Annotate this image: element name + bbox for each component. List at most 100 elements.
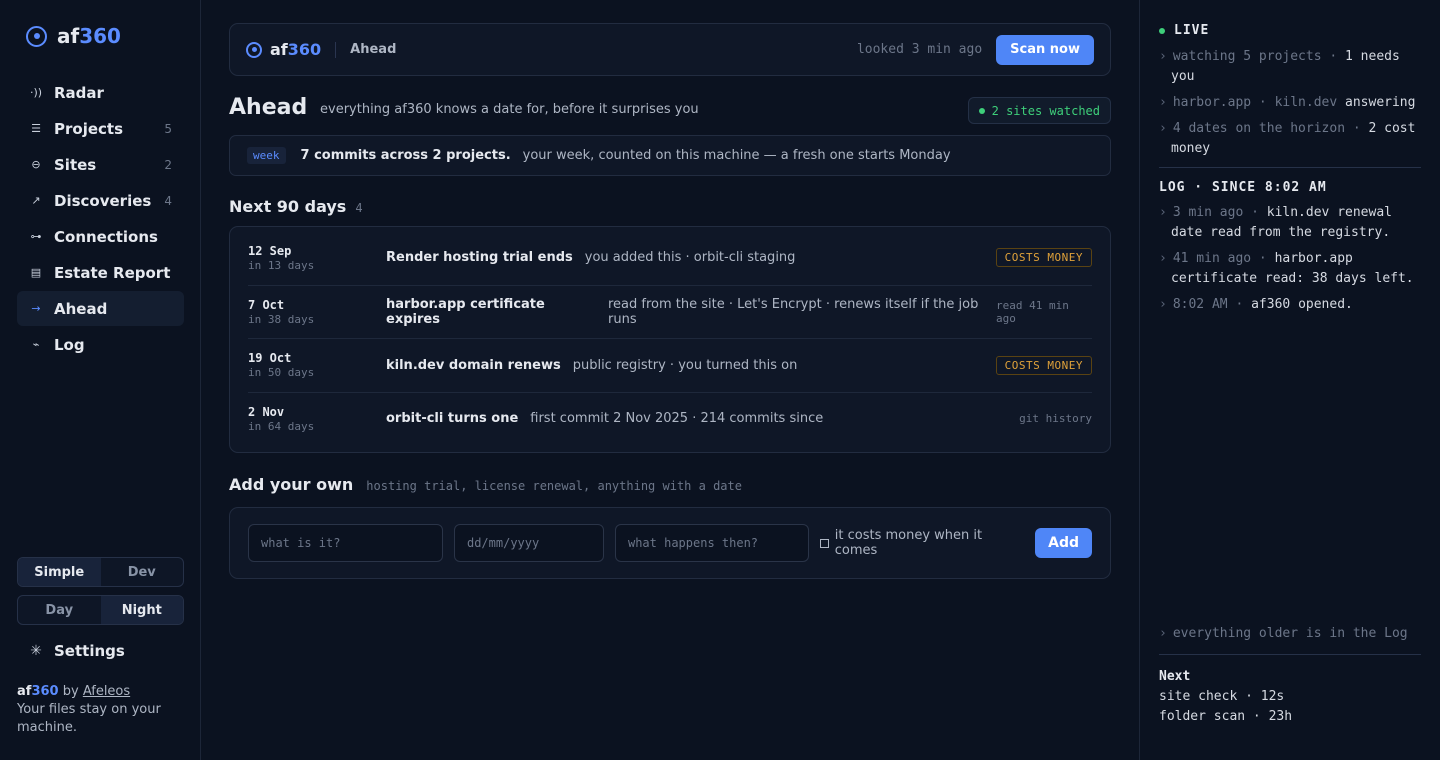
sidebar-item-label: Ahead <box>54 299 108 318</box>
add-title: Add your own <box>229 475 354 494</box>
date-input[interactable] <box>453 524 604 562</box>
theme-night-option[interactable]: Night <box>100 596 183 624</box>
mode-toggle: Simple Dev <box>17 557 184 587</box>
app-logo[interactable]: af360 <box>26 24 121 48</box>
add-subtitle: hosting trial, license renewal, anything… <box>366 479 742 493</box>
row-date: 12 Sep in 13 days <box>248 231 386 285</box>
sidebar-item-label: Radar <box>54 83 104 102</box>
older-log-link[interactable]: › everything older is in the Log <box>1159 624 1421 644</box>
breadcrumb-page: Ahead <box>350 42 397 57</box>
mode-dev-option[interactable]: Dev <box>101 558 184 586</box>
row-date-day: 2 Nov <box>248 404 285 419</box>
row-description: you added this · orbit-cli staging <box>584 250 796 266</box>
row-description: read from the site · Let's Encrypt · ren… <box>608 296 979 327</box>
row-date: 2 Nov in 64 days <box>248 393 386 446</box>
what-input[interactable] <box>248 524 443 562</box>
page-title: Ahead <box>229 95 308 120</box>
sidebar-item-count: 4 <box>164 193 172 208</box>
feed-item: › watching 5 projects · 1 needs you <box>1159 49 1400 84</box>
last-scan-time: looked 3 min ago <box>856 42 983 57</box>
next-item: site check · 12s <box>1159 689 1285 704</box>
upcoming-count: 4 <box>355 201 363 215</box>
sidebar: af360 ·)) Radar ☰ Projects 5 ⊖ Sites 2 ↗ D… <box>0 0 201 760</box>
log-entry: › 41 min ago · harbor.app certificate rea… <box>1159 251 1414 286</box>
sidebar-item-label: Discoveries <box>54 191 152 210</box>
projects-icon: ☰ <box>31 122 41 135</box>
add-form: it costs money when it comes Add <box>229 507 1111 579</box>
settings-link[interactable]: ✳ Settings <box>29 642 125 660</box>
log-entry: › 3 min ago · kiln.dev renewal date read … <box>1159 205 1392 240</box>
live-dot-icon <box>1159 28 1165 34</box>
live-feed: › watching 5 projects · 1 needs you › harbo… <box>1159 47 1421 159</box>
connections-icon: ⊶ <box>30 230 42 243</box>
page-subtitle: everything af360 knows a date for, befor… <box>320 102 699 117</box>
week-summary: week 7 commits across 2 projects. your w… <box>229 135 1111 176</box>
credit: af360 by Afeleos Your files stay on your… <box>17 683 187 737</box>
then-input[interactable] <box>614 524 809 562</box>
sidebar-item-count: 2 <box>164 157 172 172</box>
upcoming-row[interactable]: 12 Sep in 13 days Render hosting trial e… <box>248 231 1092 285</box>
upcoming-list: 12 Sep in 13 days Render hosting trial e… <box>229 226 1111 453</box>
sidebar-item-discoveries[interactable]: ↗ Discoveries 4 <box>17 183 184 218</box>
topbar-divider <box>335 41 337 58</box>
next-item: folder scan · 23h <box>1159 709 1293 724</box>
costs-money-badge: COSTS MONEY <box>995 248 1092 268</box>
main-content: af360 Ahead looked 3 min ago Scan now Ah… <box>229 23 1111 579</box>
sidebar-item-label: Estate Report <box>54 263 171 282</box>
panel-divider <box>1159 167 1421 168</box>
week-commits: 7 commits across 2 projects. <box>300 148 511 163</box>
row-date: 7 Oct in 38 days <box>248 286 386 339</box>
feed-item: › harbor.app · kiln.dev answering <box>1159 95 1416 110</box>
mode-simple-option[interactable]: Simple <box>18 558 101 586</box>
row-date-in: in 38 days <box>248 312 315 326</box>
topbar-brand: af360 <box>270 40 322 59</box>
next-list: site check · 12s folder scan · 23h <box>1159 687 1421 727</box>
row-date: 19 Oct in 50 days <box>248 339 386 392</box>
row-description: first commit 2 Nov 2025 · 214 commits si… <box>530 411 824 427</box>
upcoming-row[interactable]: 19 Oct in 50 days kiln.dev domain renews… <box>248 338 1092 392</box>
ahead-icon: → <box>31 302 41 315</box>
week-tag: week <box>247 147 286 164</box>
sidebar-nav: ·)) Radar ☰ Projects 5 ⊖ Sites 2 ↗ Discove… <box>17 75 184 363</box>
row-description: public registry · you turned this on <box>572 357 798 373</box>
feed-item: › 4 dates on the horizon · 2 cost money <box>1159 121 1416 156</box>
upcoming-row[interactable]: 2 Nov in 64 days orbit-cli turns one fir… <box>248 391 1092 446</box>
checkbox-box[interactable] <box>819 538 829 548</box>
row-title: harbor.app certificate expires <box>386 296 545 327</box>
radar-icon: ·)) <box>29 86 43 99</box>
row-date-day: 12 Sep <box>248 243 292 258</box>
theme-toggle: Day Night <box>17 595 184 625</box>
upcoming-row[interactable]: 7 Oct in 38 days harbor.app certificate … <box>248 284 1092 339</box>
costs-money-checkbox[interactable]: it costs money when it comes <box>819 528 1024 558</box>
theme-day-option[interactable]: Day <box>18 596 101 624</box>
credit-brand: af360 <box>17 684 59 699</box>
log-entry: › 8:02 AM · af360 opened. <box>1159 297 1353 312</box>
scan-now-button[interactable]: Scan now <box>996 34 1094 65</box>
sidebar-item-connections[interactable]: ⊶ Connections <box>17 219 184 254</box>
settings-icon: ✳ <box>30 643 42 659</box>
sidebar-item-ahead[interactable]: → Ahead <box>17 291 184 326</box>
upcoming-title: Next 90 days <box>229 197 347 216</box>
credit-by: by <box>62 684 79 699</box>
row-date-in: in 64 days <box>248 419 315 433</box>
sidebar-item-estate-report[interactable]: ▤ Estate Report <box>17 255 184 290</box>
author-link[interactable]: Afeleos <box>83 684 130 699</box>
sites-watched-badge: 2 sites watched <box>967 97 1111 124</box>
logo-ring-icon <box>26 25 47 47</box>
sidebar-item-radar[interactable]: ·)) Radar <box>17 75 184 110</box>
sidebar-item-sites[interactable]: ⊖ Sites 2 <box>17 147 184 182</box>
row-date-day: 19 Oct <box>248 351 292 366</box>
panel-divider <box>1159 654 1421 655</box>
row-date-in: in 50 days <box>248 366 315 380</box>
add-button[interactable]: Add <box>1035 528 1092 558</box>
settings-label: Settings <box>54 642 125 660</box>
next-title: Next <box>1159 669 1191 684</box>
log-icon: ⌁ <box>32 338 40 351</box>
sidebar-item-label: Log <box>54 335 85 354</box>
discoveries-icon: ↗ <box>31 194 41 207</box>
sidebar-item-projects[interactable]: ☰ Projects 5 <box>17 111 184 146</box>
week-note: your week, counted on this machine — a f… <box>522 148 951 163</box>
sidebar-item-label: Connections <box>54 227 158 246</box>
sidebar-item-log[interactable]: ⌁ Log <box>17 327 184 362</box>
status-dot-icon <box>978 107 985 114</box>
